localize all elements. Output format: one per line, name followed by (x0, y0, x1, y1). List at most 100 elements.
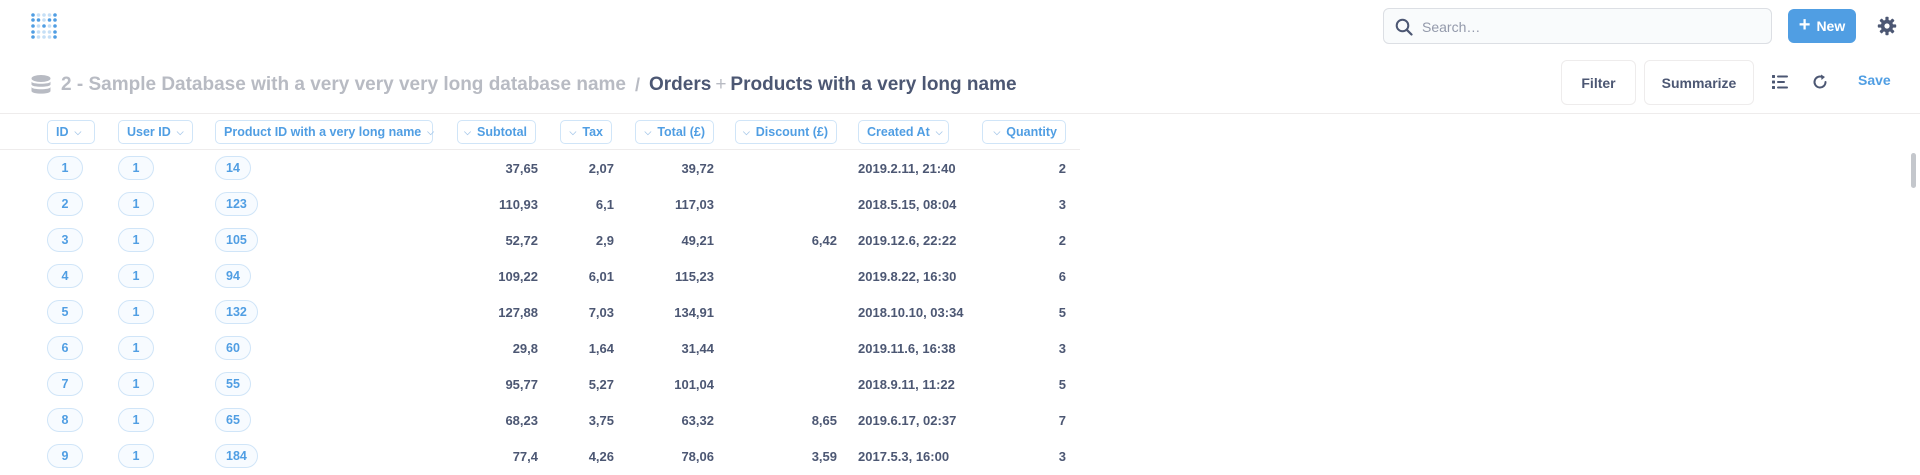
table-row: 2 1 123 110,93 6,1 117,03 2018.5.15, 08:04 3 (0, 186, 1080, 222)
fk-link-pill[interactable]: 65 (215, 408, 251, 432)
table-row: 8 1 65 68,23 3,75 63,32 8,65 2019.6.17, 02:37 7 (0, 402, 1080, 438)
cell-quantity: 3 (1058, 196, 1066, 212)
fk-link-pill[interactable]: 8 (47, 408, 83, 432)
breadcrumb-joined-table[interactable]: Products with a very long name (730, 74, 1016, 96)
column-header-discount[interactable]: ⌵ Discount (£) (735, 120, 837, 144)
cell-subtotal: 37,65 (505, 160, 538, 176)
cell-total: 49,21 (681, 232, 714, 248)
column-header-id[interactable]: ID ⌵ (47, 120, 95, 144)
fk-link-pill[interactable]: 14 (215, 156, 251, 180)
cell-discount (735, 258, 837, 294)
table-row: 6 1 60 29,8 1,64 31,44 2019.11.6, 16:38 3 (0, 330, 1080, 366)
fk-link-pill[interactable]: 9 (47, 444, 83, 468)
fk-link-pill[interactable]: 1 (47, 156, 83, 180)
fk-link-pill[interactable]: 55 (215, 372, 251, 396)
search-input[interactable] (1422, 15, 1752, 39)
cell-discount: 3,59 (811, 448, 837, 464)
cell-created-at: 2019.6.17, 02:37 (858, 412, 957, 428)
fk-link-pill[interactable]: 1 (118, 192, 154, 216)
cell-created-at: 2018.5.15, 08:04 (858, 196, 957, 212)
save-button[interactable]: Save (1858, 72, 1891, 88)
cell-created-at: 2019.2.11, 21:40 (858, 160, 956, 176)
cell-tax: 2,07 (588, 160, 614, 176)
fk-link-pill[interactable]: 1 (118, 264, 154, 288)
cell-product-id: 60 (215, 330, 275, 366)
cell-tax: 3,75 (588, 412, 614, 428)
cell-subtotal: 68,23 (505, 412, 538, 428)
cell-user-id: 1 (118, 222, 168, 258)
cell-discount (735, 330, 837, 366)
cell-subtotal: 110,93 (498, 196, 538, 212)
cell-quantity: 5 (1058, 304, 1066, 320)
breadcrumb-database[interactable]: 2 - Sample Database with a very very ver… (61, 74, 626, 96)
cell-total: 31,44 (681, 340, 714, 356)
column-header-tax[interactable]: ⌵ Tax (560, 120, 612, 144)
results-table: ID ⌵ User ID ⌵ Product ID with a very long… (0, 114, 1920, 475)
column-header-label: Total (£) (657, 125, 705, 139)
fk-link-pill[interactable]: 60 (215, 336, 251, 360)
search-bar[interactable] (1383, 8, 1772, 44)
fk-link-pill[interactable]: 132 (215, 300, 258, 324)
fk-link-pill[interactable]: 94 (215, 264, 251, 288)
cell-tax: 7,03 (588, 304, 614, 320)
chevron-down-icon: ⌵ (464, 126, 471, 137)
filter-button[interactable]: Filter (1561, 60, 1636, 105)
cell-id: 8 (47, 402, 97, 438)
table-row: 1 1 14 37,65 2,07 39,72 2019.2.11, 21:40 2 (0, 150, 1080, 186)
column-header-total[interactable]: ⌵ Total (£) (635, 120, 714, 144)
fk-link-pill[interactable]: 2 (47, 192, 83, 216)
cell-user-id: 1 (118, 294, 168, 330)
fk-link-pill[interactable]: 1 (118, 372, 154, 396)
chevron-down-icon: ⌵ (993, 126, 1001, 137)
join-symbol: + (715, 74, 727, 95)
cell-id: 2 (47, 186, 97, 222)
column-header-quantity[interactable]: ⌵ Quantity (982, 120, 1066, 144)
cell-total: 115,23 (674, 268, 714, 284)
summarize-button[interactable]: Summarize (1644, 60, 1754, 105)
column-header-created-at[interactable]: Created At ⌵ (858, 120, 949, 144)
cell-id: 1 (47, 150, 97, 186)
cell-quantity: 3 (1058, 340, 1066, 356)
cell-discount (735, 186, 837, 222)
breadcrumb: 2 - Sample Database with a very very ver… (30, 70, 1017, 100)
cell-quantity: 2 (1058, 160, 1066, 176)
fk-link-pill[interactable]: 123 (215, 192, 258, 216)
column-header-user-id[interactable]: User ID ⌵ (118, 120, 193, 144)
column-header-subtotal[interactable]: ⌵ Subtotal (457, 120, 536, 144)
chevron-down-icon: ⌵ (935, 126, 943, 137)
fk-link-pill[interactable]: 6 (47, 336, 83, 360)
cell-id: 7 (47, 366, 97, 402)
fk-link-pill[interactable]: 1 (118, 444, 154, 468)
cell-quantity: 5 (1058, 376, 1066, 392)
column-header-product-id[interactable]: Product ID with a very long name ⌵ (215, 120, 434, 144)
fk-link-pill[interactable]: 3 (47, 228, 83, 252)
cell-product-id: 65 (215, 402, 275, 438)
gear-icon[interactable] (1877, 16, 1897, 36)
cell-quantity: 3 (1058, 448, 1066, 464)
metabase-logo-icon[interactable] (30, 12, 58, 40)
cell-discount (735, 294, 837, 330)
fk-link-pill[interactable]: 1 (118, 228, 154, 252)
refresh-icon[interactable] (1810, 72, 1830, 92)
fk-link-pill[interactable]: 184 (215, 444, 258, 468)
search-icon (1395, 18, 1413, 36)
cell-quantity: 2 (1058, 232, 1066, 248)
fk-link-pill[interactable]: 1 (118, 336, 154, 360)
cell-quantity: 7 (1058, 412, 1066, 428)
breadcrumb-table[interactable]: Orders (649, 74, 711, 96)
fk-link-pill[interactable]: 105 (215, 228, 258, 252)
fk-link-pill[interactable]: 1 (118, 156, 154, 180)
fk-link-pill[interactable]: 7 (47, 372, 83, 396)
fk-link-pill[interactable]: 1 (118, 300, 154, 324)
fk-link-pill[interactable]: 5 (47, 300, 83, 324)
fk-link-pill[interactable]: 4 (47, 264, 83, 288)
new-button[interactable]: + New (1788, 9, 1856, 43)
fk-link-pill[interactable]: 1 (118, 408, 154, 432)
cell-created-at: 2019.8.22, 16:30 (858, 268, 957, 284)
cell-user-id: 1 (118, 330, 168, 366)
editor-list-icon[interactable] (1770, 72, 1790, 92)
query-header: 2 - Sample Database with a very very ver… (0, 50, 1920, 114)
vertical-scrollbar[interactable] (1911, 153, 1916, 188)
table-row: 4 1 94 109,22 6,01 115,23 2019.8.22, 16:30 6 (0, 258, 1080, 294)
cell-id: 4 (47, 258, 97, 294)
